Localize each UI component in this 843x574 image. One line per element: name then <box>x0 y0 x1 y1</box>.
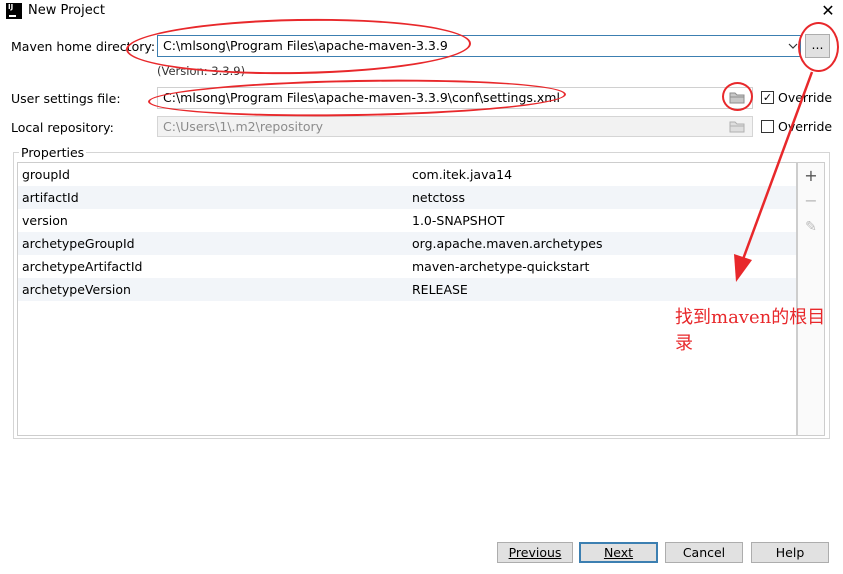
folder-icon <box>729 121 745 133</box>
local-repo-value: C:\Users\1\.m2\repository <box>163 119 324 134</box>
pencil-icon: ✎ <box>805 219 817 235</box>
properties-title: Properties <box>19 145 87 160</box>
help-button[interactable]: Help <box>751 542 829 563</box>
maven-home-value[interactable]: C:\mlsong\Program Files\apache-maven-3.3… <box>163 38 448 53</box>
property-key: archetypeVersion <box>22 282 131 297</box>
maven-home-combobox[interactable]: C:\mlsong\Program Files\apache-maven-3.3… <box>157 35 801 57</box>
user-settings-override-label: Override <box>778 90 833 105</box>
plus-icon[interactable]: + <box>802 167 820 185</box>
local-repo-override-checkbox[interactable] <box>761 120 774 133</box>
properties-table[interactable]: groupId com.itek.java14 artifactId netctos… <box>17 162 797 436</box>
minus-icon: − <box>804 191 818 210</box>
close-button[interactable]: ✕ <box>818 0 838 22</box>
property-key: version <box>22 213 68 228</box>
maven-home-browse-button[interactable]: ... <box>805 34 830 58</box>
intellij-idea-icon: IJ <box>6 3 22 19</box>
annotation-note: 找到maven的根目录 <box>675 307 826 354</box>
table-row[interactable]: artifactId netctoss <box>18 186 796 209</box>
user-settings-field[interactable]: C:\mlsong\Program Files\apache-maven-3.3… <box>157 87 753 109</box>
next-button[interactable]: Next <box>579 542 658 563</box>
folder-icon[interactable] <box>729 91 745 104</box>
local-repo-label: Local repository: <box>11 120 114 135</box>
user-settings-value[interactable]: C:\mlsong\Program Files\apache-maven-3.3… <box>163 90 560 105</box>
property-key: groupId <box>22 167 70 182</box>
properties-toolbar: + − ✎ <box>797 162 825 436</box>
property-value[interactable]: RELEASE <box>412 278 468 301</box>
property-value[interactable]: 1.0-SNAPSHOT <box>412 209 505 232</box>
property-value[interactable]: org.apache.maven.archetypes <box>412 232 602 255</box>
local-repo-field: C:\Users\1\.m2\repository <box>157 116 753 137</box>
cancel-button[interactable]: Cancel <box>665 542 743 563</box>
user-settings-override-checkbox[interactable]: ✓ <box>761 91 774 104</box>
maven-version-text: (Version: 3.3.9) <box>157 64 246 78</box>
dropdown-arrow-icon[interactable] <box>788 43 798 49</box>
table-row[interactable]: version 1.0-SNAPSHOT <box>18 209 796 232</box>
property-key: artifactId <box>22 190 79 205</box>
property-value[interactable]: maven-archetype-quickstart <box>412 255 589 278</box>
previous-button[interactable]: Previous <box>497 542 573 563</box>
table-row[interactable]: groupId com.itek.java14 <box>18 163 796 186</box>
table-row[interactable]: archetypeGroupId org.apache.maven.archety… <box>18 232 796 255</box>
table-row[interactable]: archetypeVersion RELEASE <box>18 278 796 301</box>
maven-home-label: Maven home directory: <box>11 39 156 54</box>
table-row[interactable]: archetypeArtifactId maven-archetype-quick… <box>18 255 796 278</box>
property-key: archetypeArtifactId <box>22 259 143 274</box>
property-value[interactable]: com.itek.java14 <box>412 163 512 186</box>
property-value[interactable]: netctoss <box>412 186 465 209</box>
local-repo-override-label: Override <box>778 119 833 134</box>
property-key: archetypeGroupId <box>22 236 135 251</box>
user-settings-label: User settings file: <box>11 91 121 106</box>
title-bar: IJ New Project ✕ <box>0 0 843 23</box>
window-title: New Project <box>28 3 105 18</box>
